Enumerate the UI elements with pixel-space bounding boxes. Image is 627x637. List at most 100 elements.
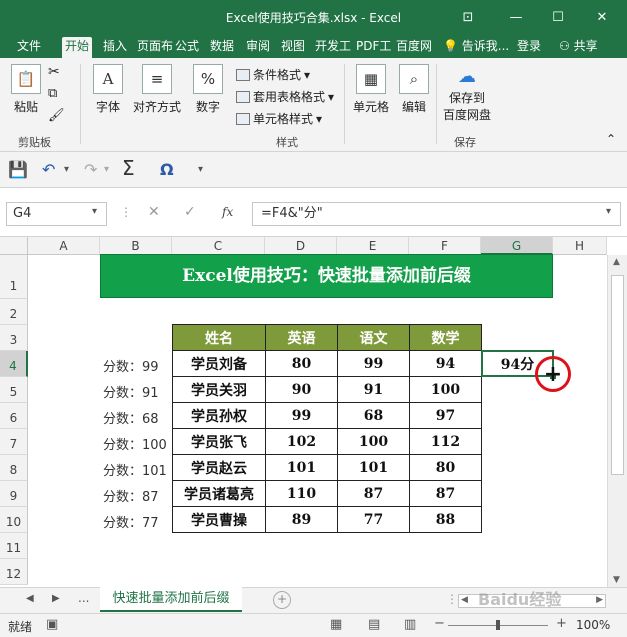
- score-label[interactable]: 分数：77: [103, 512, 159, 531]
- normal-view-icon[interactable]: ▦: [330, 617, 342, 632]
- scroll-down-icon[interactable]: ▼: [613, 575, 620, 585]
- drag-handle-icon[interactable]: ⋮: [120, 205, 132, 219]
- row-header-4[interactable]: 4: [0, 351, 28, 377]
- row-header-5[interactable]: 5: [0, 377, 28, 403]
- tab-insert[interactable]: 插入: [100, 37, 130, 58]
- row-header-3[interactable]: 3: [0, 325, 28, 351]
- table-cell-name[interactable]: 学员张飞: [172, 428, 266, 455]
- zoom-slider[interactable]: [448, 620, 548, 630]
- share-button[interactable]: ⚇ 共享: [556, 37, 601, 58]
- save-baidu-button[interactable]: ☁ 保存到 百度网盘: [440, 66, 494, 123]
- header-english[interactable]: 英语: [265, 324, 338, 351]
- row-header-6[interactable]: 6: [0, 403, 28, 429]
- row-header-12[interactable]: 12: [0, 559, 28, 585]
- table-cell-name[interactable]: 学员赵云: [172, 454, 266, 481]
- tab-review[interactable]: 审阅: [243, 37, 273, 58]
- tab-baidu[interactable]: 百度网: [393, 37, 435, 58]
- col-header-h[interactable]: H: [553, 237, 607, 255]
- cells-button[interactable]: ▦ 单元格: [350, 64, 392, 115]
- score-label[interactable]: 分数：87: [103, 486, 159, 505]
- chevron-down-icon[interactable]: ▾: [104, 164, 109, 175]
- tab-page-layout[interactable]: 页面布: [134, 37, 176, 58]
- scroll-thumb[interactable]: [611, 275, 624, 475]
- table-cell-cn[interactable]: 100: [337, 428, 410, 455]
- row-header-7[interactable]: 7: [0, 429, 28, 455]
- header-name[interactable]: 姓名: [172, 324, 266, 351]
- table-cell-math[interactable]: 80: [409, 454, 482, 481]
- redo-icon[interactable]: ↷: [84, 160, 97, 179]
- row-header-8[interactable]: 8: [0, 455, 28, 481]
- zoom-in-icon[interactable]: +: [556, 616, 567, 631]
- formula-input[interactable]: =F4&"分": [252, 202, 621, 226]
- col-header-b[interactable]: B: [100, 237, 172, 255]
- sum-icon[interactable]: Σ: [122, 156, 135, 180]
- table-cell-cn[interactable]: 101: [337, 454, 410, 481]
- macro-record-icon[interactable]: ▣: [46, 617, 58, 632]
- table-cell-en[interactable]: 102: [265, 428, 338, 455]
- table-cell-en[interactable]: 101: [265, 454, 338, 481]
- col-header-f[interactable]: F: [409, 237, 481, 255]
- tab-pdf[interactable]: PDF工: [353, 37, 394, 58]
- cut-icon[interactable]: ✂: [48, 64, 60, 80]
- table-cell-en[interactable]: 80: [265, 350, 338, 377]
- table-cell-cn[interactable]: 99: [337, 350, 410, 377]
- row-header-2[interactable]: 2: [0, 299, 28, 325]
- title-banner[interactable]: Excel使用技巧：快速批量添加前后缀: [100, 254, 553, 298]
- tab-file[interactable]: 文件: [14, 37, 44, 58]
- score-label[interactable]: 分数：91: [103, 382, 159, 401]
- symbol-icon[interactable]: Ω: [160, 160, 174, 179]
- font-button[interactable]: A 字体: [90, 64, 126, 115]
- table-cell-name[interactable]: 学员孙权: [172, 402, 266, 429]
- table-cell-cn[interactable]: 68: [337, 402, 410, 429]
- copy-icon[interactable]: ⧉: [48, 86, 57, 101]
- col-header-a[interactable]: A: [28, 237, 100, 255]
- format-painter-icon[interactable]: 🖌: [48, 108, 65, 123]
- drag-handle-icon[interactable]: ⋮: [446, 592, 458, 606]
- restore-button[interactable]: ☐: [540, 0, 576, 34]
- close-button[interactable]: ✕: [584, 0, 620, 34]
- chevron-down-icon[interactable]: ▾: [64, 164, 69, 175]
- scroll-up-icon[interactable]: ▲: [613, 257, 620, 267]
- header-math[interactable]: 数学: [409, 324, 482, 351]
- customize-toolbar-icon[interactable]: ▾: [198, 164, 203, 175]
- worksheet-grid[interactable]: A B C D E F G H 1 2 3 4 5 6 7 8 9 10 11 …: [0, 237, 627, 587]
- edit-button[interactable]: ⌕ 编辑: [398, 64, 430, 115]
- table-cell-math[interactable]: 94: [409, 350, 482, 377]
- col-header-g[interactable]: G: [481, 237, 553, 255]
- ribbon-display-icon[interactable]: ⊡: [450, 0, 486, 34]
- score-label[interactable]: 分数：99: [103, 356, 159, 375]
- table-cell-cn[interactable]: 91: [337, 376, 410, 403]
- insert-function-icon[interactable]: fx: [222, 205, 233, 219]
- next-sheet-icon[interactable]: ▶: [52, 593, 60, 604]
- score-label[interactable]: 分数：100: [103, 434, 167, 453]
- login-button[interactable]: 登录: [514, 37, 544, 58]
- header-chinese[interactable]: 语文: [337, 324, 410, 351]
- table-cell-math[interactable]: 112: [409, 428, 482, 455]
- add-sheet-icon[interactable]: +: [273, 591, 291, 609]
- tab-formulas[interactable]: 公式: [172, 37, 202, 58]
- undo-icon[interactable]: ↶: [42, 160, 55, 179]
- table-cell-name[interactable]: 学员曹操: [172, 506, 266, 533]
- table-cell-en[interactable]: 90: [265, 376, 338, 403]
- table-cell-cn[interactable]: 87: [337, 480, 410, 507]
- zoom-level[interactable]: 100%: [576, 618, 610, 632]
- col-header-e[interactable]: E: [337, 237, 409, 255]
- tell-me-box[interactable]: 💡 告诉我...: [440, 37, 512, 58]
- row-header-1[interactable]: 1: [0, 255, 28, 299]
- cell-style-button[interactable]: 单元格样式 ▾: [236, 110, 322, 127]
- score-label[interactable]: 分数：101: [103, 460, 167, 479]
- row-header-9[interactable]: 9: [0, 481, 28, 507]
- table-cell-math[interactable]: 88: [409, 506, 482, 533]
- chevron-down-icon[interactable]: ▾: [606, 206, 611, 217]
- tab-developer[interactable]: 开发工: [312, 37, 354, 58]
- table-cell-name[interactable]: 学员关羽: [172, 376, 266, 403]
- table-cell-name[interactable]: 学员刘备: [172, 350, 266, 377]
- table-format-button[interactable]: 套用表格格式 ▾: [236, 88, 334, 105]
- scroll-left-icon[interactable]: ◀: [461, 595, 468, 605]
- enter-icon[interactable]: ✓: [184, 204, 196, 220]
- number-button[interactable]: % 数字: [190, 64, 226, 115]
- tab-data[interactable]: 数据: [207, 37, 237, 58]
- row-header-10[interactable]: 10: [0, 507, 28, 533]
- col-header-d[interactable]: D: [265, 237, 337, 255]
- scroll-right-icon[interactable]: ▶: [596, 595, 603, 605]
